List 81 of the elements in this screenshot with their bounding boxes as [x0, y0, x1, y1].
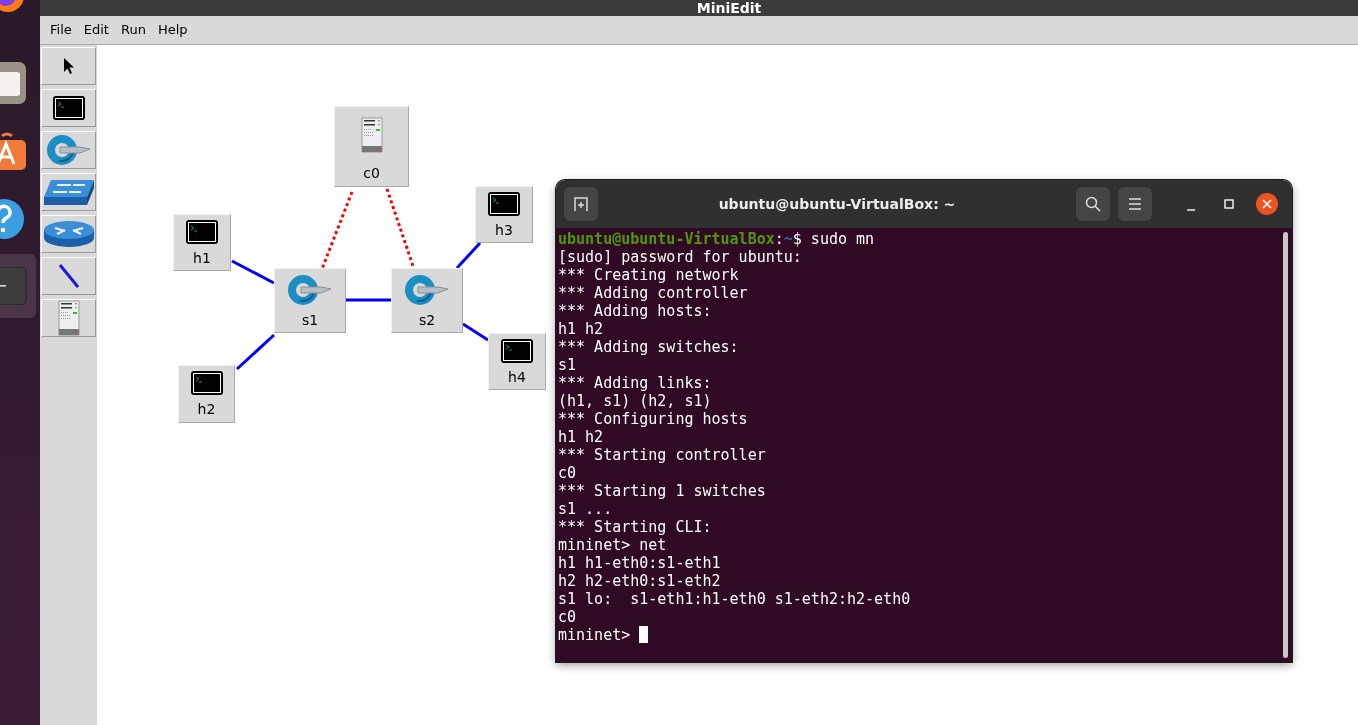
tool-button[interactable] [41, 89, 96, 127]
switch-icon [287, 273, 333, 306]
close-button[interactable] [1256, 193, 1278, 215]
tool-button[interactable] [41, 215, 96, 253]
tool-button[interactable] [41, 47, 96, 85]
node-label: s2 [418, 311, 436, 328]
terminal-line: *** Starting CLI: [558, 518, 712, 536]
host-node[interactable]: h4 [488, 333, 546, 390]
host-icon [190, 371, 223, 395]
search-button[interactable] [1076, 187, 1110, 221]
network-link [231, 259, 275, 285]
router-icon [42, 220, 95, 248]
search-icon [1085, 196, 1101, 212]
terminal-line: *** Adding hosts: [558, 302, 712, 320]
switch-node[interactable]: s1 [274, 268, 346, 333]
terminal-line: *** Starting controller [558, 446, 766, 464]
terminal-line: *** Creating network [558, 266, 739, 284]
window-title: MiniEdit [696, 0, 762, 16]
new-tab-icon [573, 196, 589, 212]
tool-button[interactable] [41, 173, 96, 211]
host-icon [501, 338, 533, 363]
switch-node[interactable]: s2 [391, 268, 463, 333]
terminal-line: h1 h2 [558, 320, 604, 338]
pointer-icon [62, 57, 75, 75]
server-icon [360, 116, 383, 153]
host-icon [488, 191, 520, 216]
controller-node[interactable]: c0 [334, 106, 409, 187]
tool-button[interactable] [41, 257, 96, 295]
menu-item[interactable]: Run [114, 21, 152, 39]
terminal-line: s1 lo: s1-eth1:h1-eth0 s1-eth2:h2-eth0 [558, 590, 911, 608]
network-link [455, 242, 482, 269]
menu-item[interactable]: File [44, 21, 78, 39]
terminal-line: mininet> [558, 626, 649, 644]
terminal-line: c0 [558, 608, 577, 626]
switch-icon [42, 177, 95, 207]
close-icon [1262, 199, 1272, 209]
node-label: c0 [363, 164, 380, 181]
menu-item[interactable]: Edit [77, 21, 115, 39]
switch-icon [45, 134, 92, 166]
menu-item[interactable]: Help [151, 21, 194, 39]
terminal-line: *** Adding links: [558, 374, 712, 392]
terminal-line: *** Configuring hosts [558, 410, 748, 428]
host-node[interactable]: h2 [178, 365, 235, 423]
node-label: s1 [301, 311, 319, 328]
terminal-line: mininet> net [558, 536, 667, 554]
terminal-line: h1 h2 [558, 428, 604, 446]
menu-button[interactable] [1118, 187, 1152, 221]
folder-icon[interactable] [0, 62, 26, 104]
node-label: h3 [495, 221, 513, 238]
host-node[interactable]: h3 [475, 186, 533, 243]
host-icon [186, 219, 218, 244]
terminal-line: s1 ... [558, 500, 613, 518]
host-icon [52, 96, 85, 120]
host-node[interactable]: h1 [173, 214, 231, 271]
node-label: h4 [508, 368, 526, 385]
terminal-line: h2 h2-eth0:s1-eth2 [558, 572, 721, 590]
node-label: h1 [193, 249, 211, 266]
network-link [346, 298, 391, 302]
maximize-icon [1224, 199, 1234, 209]
terminal-line: s1 [558, 356, 577, 374]
network-link [462, 322, 489, 342]
terminal-line: *** Starting 1 switches [558, 482, 766, 500]
new-tab-button[interactable] [564, 187, 598, 221]
server-icon [57, 300, 80, 336]
terminal-line: ubuntu@ubuntu-VirtualBox:~$ sudo mn [558, 230, 875, 248]
menu-icon [1128, 198, 1142, 210]
scrollbar[interactable] [1283, 232, 1288, 658]
line-icon [57, 263, 80, 289]
window-title: ubuntu@ubuntu-VirtualBox: ~ [717, 196, 957, 212]
terminal-line: *** Adding controller [558, 284, 748, 302]
switch-icon [404, 273, 450, 306]
node-label: h2 [197, 401, 216, 417]
text-cursor [639, 626, 649, 643]
minimize-icon [1187, 209, 1195, 211]
help-icon[interactable] [0, 198, 26, 240]
terminal-line: [sudo] password for ubuntu: [558, 248, 802, 266]
network-link [236, 333, 275, 371]
terminal-line: *** Adding switches: [558, 338, 739, 356]
terminal-line: (h1, s1) (h2, s1) [558, 392, 712, 410]
terminal-line: h1 h1-eth0:s1-eth1 [558, 554, 721, 572]
terminal-line: c0 [558, 464, 577, 482]
